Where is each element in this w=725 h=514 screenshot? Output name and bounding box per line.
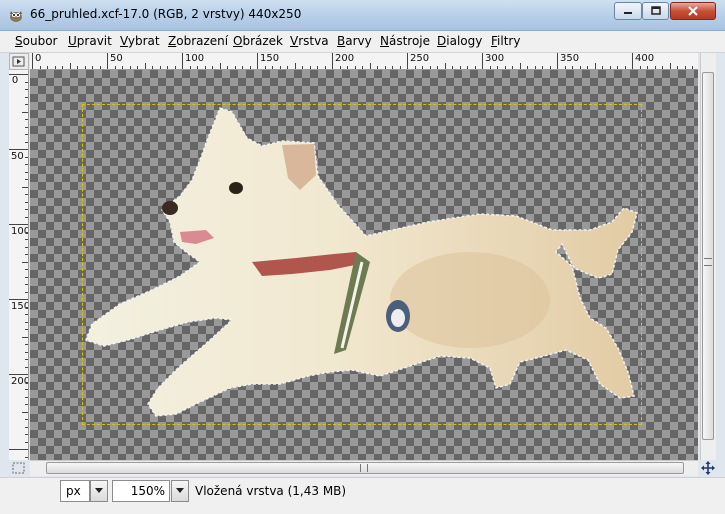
zoom-input[interactable]: 150% — [112, 480, 170, 502]
navigate-cross-icon — [701, 461, 715, 475]
vertical-scroll-thumb[interactable] — [702, 72, 714, 440]
dog-tag-ring — [391, 309, 405, 327]
status-bar — [0, 477, 725, 514]
chevron-down-icon — [176, 488, 184, 493]
status-message: Vložená vrstva (1,43 MB) — [195, 484, 347, 498]
zoom-dropdown-button[interactable] — [171, 480, 189, 502]
unit-dropdown-button[interactable] — [90, 480, 108, 502]
dog-eye — [229, 182, 243, 194]
zoom-value: 150% — [130, 484, 165, 498]
dog-image — [85, 107, 638, 417]
chevron-down-icon — [95, 488, 103, 493]
unit-value: px — [66, 484, 81, 498]
unit-combo[interactable]: px — [60, 480, 90, 502]
dog-belly-shade — [390, 252, 550, 348]
quick-mask-icon — [12, 462, 25, 474]
quick-mask-button[interactable] — [9, 460, 29, 476]
grip-icon — [704, 258, 712, 266]
navigate-button[interactable] — [700, 460, 716, 476]
dog-nose — [162, 201, 178, 215]
grip-icon — [360, 464, 368, 472]
